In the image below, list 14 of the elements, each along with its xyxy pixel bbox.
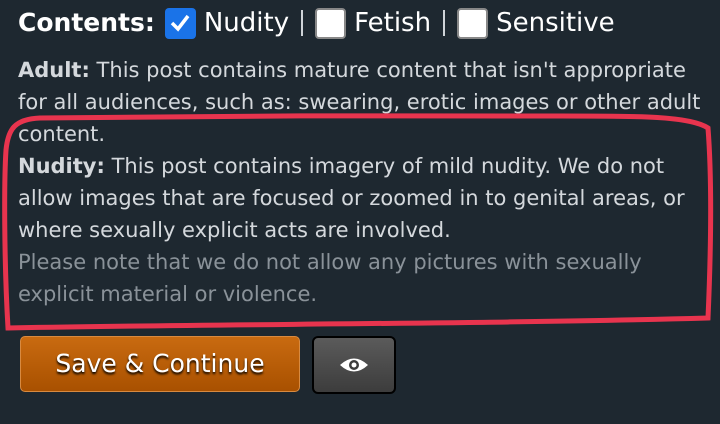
option-label[interactable]: Fetish — [354, 4, 432, 42]
checkbox[interactable] — [164, 8, 196, 38]
checkbox[interactable] — [315, 8, 346, 38]
rating-description: Nudity: This post contains imagery of mild nudity. We do not allow images that are focused or zoomed in to genital areas, or where sexually explicit acts are involved. — [18, 153, 686, 244]
option-label[interactable]: Sensitive — [496, 4, 615, 42]
checkbox[interactable] — [457, 8, 488, 38]
option-label[interactable]: Nudity — [204, 4, 290, 42]
check-icon — [169, 12, 192, 34]
note-text: Please note that we do not allow any pictures with sexually explicit material or violence. — [18, 249, 643, 308]
contents-label: Contents: — [18, 7, 155, 40]
save-continue-button[interactable]: Save & Continue — [20, 336, 300, 392]
rating-description: Adult: This post contains mature content that isn't appropriate for all audiences, such as: swearing, erotic images or other adult content. — [18, 57, 702, 148]
eye-icon — [339, 356, 369, 374]
preview-button[interactable] — [312, 336, 396, 394]
